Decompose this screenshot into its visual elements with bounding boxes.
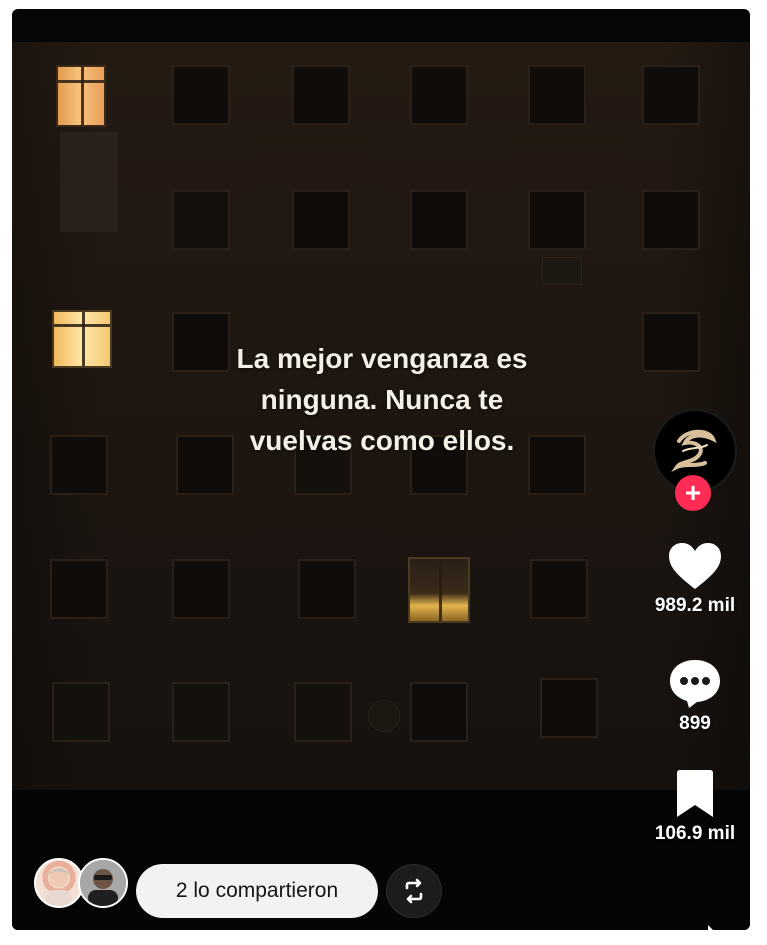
hanging-cloth bbox=[60, 132, 118, 232]
overlay-line: ninguna. Nunca te bbox=[260, 384, 504, 415]
dark-window bbox=[50, 435, 108, 495]
save-count: 106.9 mil bbox=[654, 823, 736, 844]
share-arrow-icon[interactable] bbox=[698, 923, 718, 930]
dark-window bbox=[540, 678, 598, 738]
lit-window bbox=[408, 557, 470, 623]
shared-by-label: 2 lo compartieron bbox=[175, 879, 339, 902]
shared-by-pill[interactable]: 2 lo compartieron bbox=[136, 864, 378, 918]
tiktok-video-frame: La mejor venganza es ninguna. Nunca te v… bbox=[12, 9, 750, 930]
video-caption-overlay: La mejor venganza es ninguna. Nunca te v… bbox=[192, 338, 572, 461]
bookmark-icon bbox=[677, 770, 713, 817]
action-rail: + 989.2 mil 899 106.9 mil bbox=[640, 409, 750, 845]
sharer-avatars[interactable] bbox=[22, 858, 142, 912]
avatar bbox=[34, 858, 84, 908]
dark-window bbox=[528, 65, 586, 125]
overlay-line: vuelvas como ellos. bbox=[249, 425, 515, 456]
heart-icon bbox=[669, 543, 721, 589]
comment-count: 899 bbox=[679, 713, 711, 734]
dark-window bbox=[50, 559, 108, 619]
dark-window bbox=[410, 190, 468, 250]
dark-window bbox=[294, 682, 352, 742]
creator-avatar-icon bbox=[671, 429, 717, 473]
avatar bbox=[78, 858, 128, 908]
plus-icon: + bbox=[684, 477, 702, 508]
like-button[interactable]: 989.2 mil bbox=[655, 541, 735, 617]
dark-window bbox=[530, 559, 588, 619]
repost-icon bbox=[405, 878, 423, 904]
ac-unit bbox=[542, 257, 582, 285]
dark-window bbox=[298, 559, 356, 619]
overlay-line: La mejor venganza es bbox=[236, 343, 528, 374]
like-count: 989.2 mil bbox=[654, 595, 736, 616]
dark-window bbox=[292, 65, 350, 125]
dark-window bbox=[172, 559, 230, 619]
dark-window bbox=[292, 190, 350, 250]
lit-window bbox=[52, 310, 112, 368]
dark-window bbox=[642, 312, 700, 372]
creator-avatar-button[interactable]: + bbox=[653, 409, 737, 511]
ac-unit bbox=[368, 700, 400, 732]
comment-bubble-icon bbox=[670, 660, 720, 708]
dark-window bbox=[172, 682, 230, 742]
dark-window bbox=[410, 65, 468, 125]
dark-window bbox=[172, 190, 230, 250]
repost-button[interactable] bbox=[386, 864, 442, 918]
dark-window bbox=[642, 190, 700, 250]
dark-window bbox=[528, 190, 586, 250]
dark-window bbox=[52, 682, 110, 742]
dark-window bbox=[172, 65, 230, 125]
dark-window bbox=[410, 682, 468, 742]
follow-button[interactable]: + bbox=[675, 475, 711, 511]
comment-button[interactable]: 899 bbox=[667, 657, 723, 735]
save-button[interactable]: 106.9 mil bbox=[655, 769, 735, 845]
lit-window bbox=[56, 65, 106, 127]
dark-window bbox=[642, 65, 700, 125]
